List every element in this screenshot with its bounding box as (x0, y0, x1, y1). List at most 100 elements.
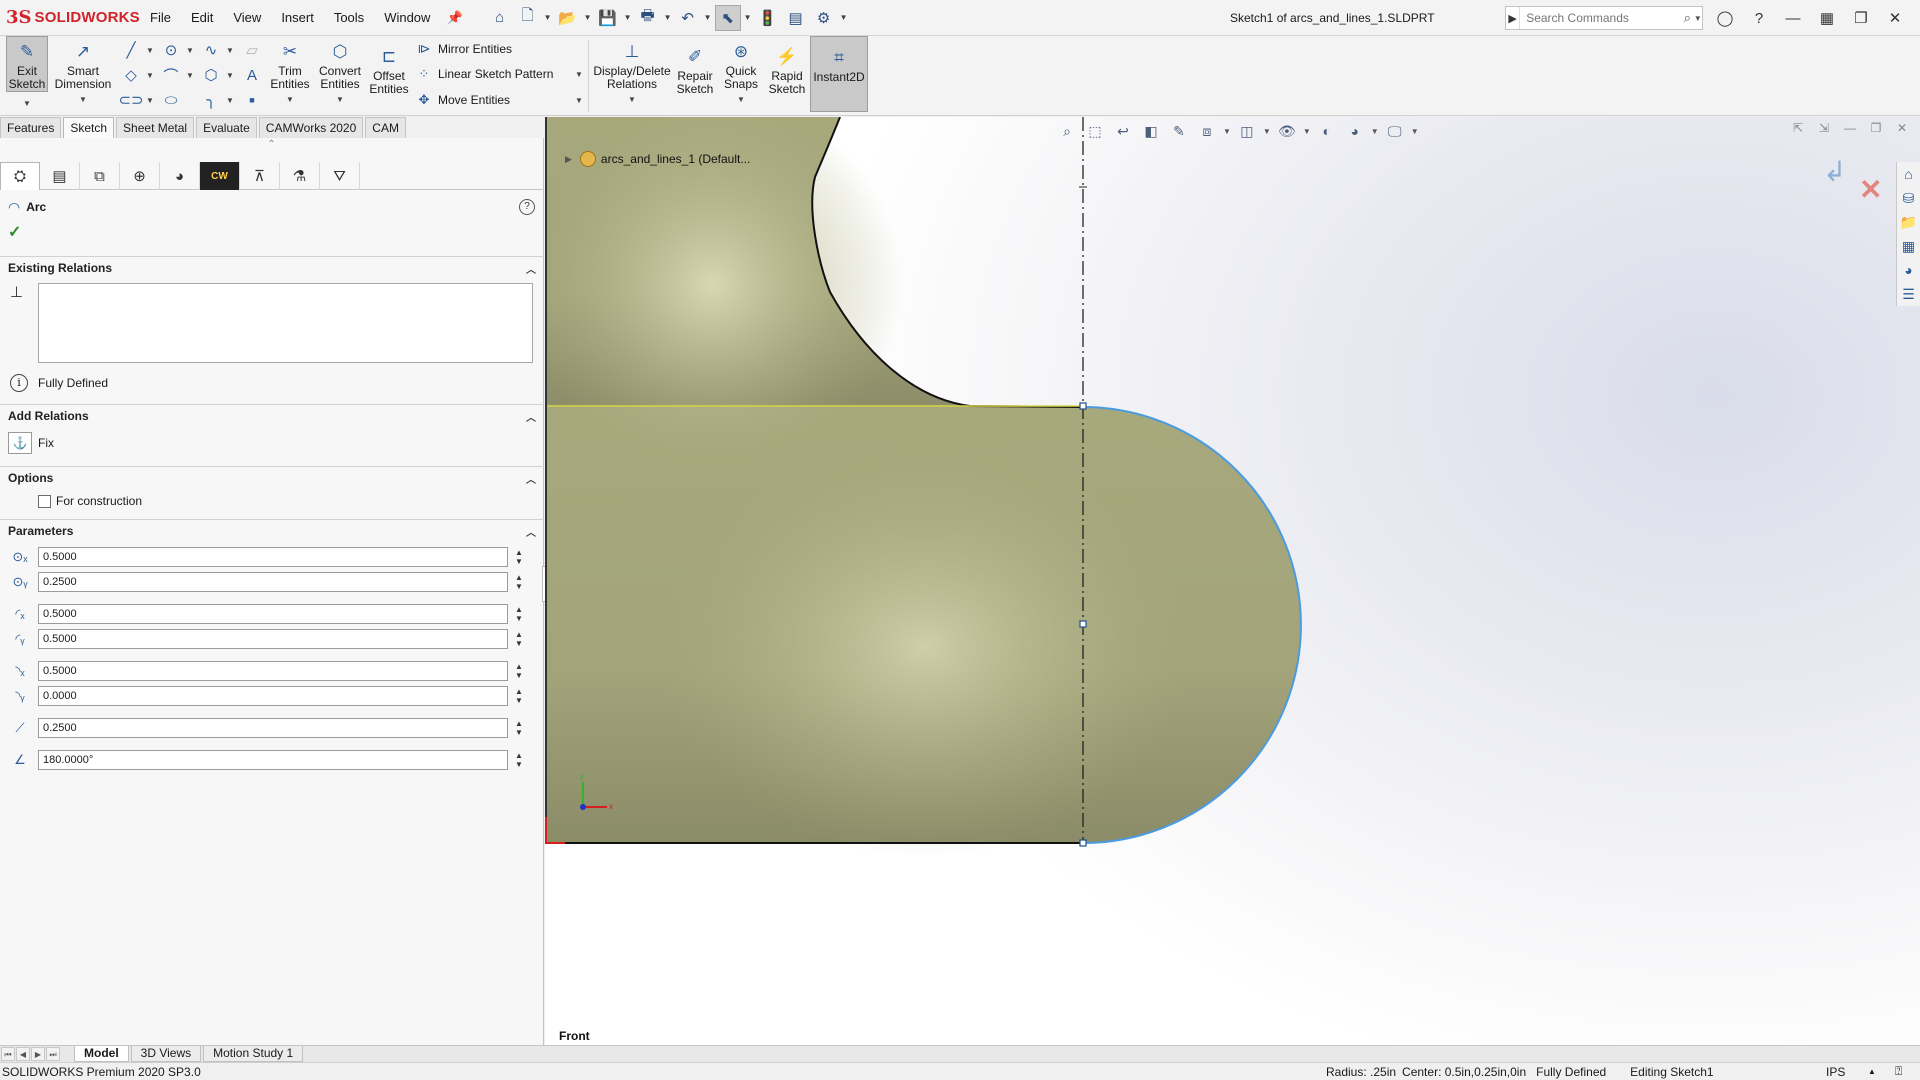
spinner-icon[interactable]: ▲ ▼ (512, 751, 526, 769)
menu-window[interactable]: Window (374, 0, 440, 36)
tab-features[interactable]: Features (0, 117, 62, 138)
pattern-dropdown-icon[interactable]: ▼ (575, 70, 583, 79)
line-icon[interactable]: ╱ (120, 39, 142, 61)
tab-model[interactable]: Model (74, 1046, 129, 1062)
tile-windows-icon[interactable]: ▦ (1810, 0, 1844, 36)
rectangle-icon[interactable]: ◇ (120, 64, 142, 86)
move-dropdown-icon[interactable]: ▼ (575, 96, 583, 105)
dynamic-annotation-icon[interactable]: ✎ (1167, 120, 1191, 142)
convert-dropdown-icon[interactable]: ▼ (336, 93, 344, 106)
spinner-icon[interactable]: ▲ ▼ (512, 719, 526, 737)
for-construction-checkbox[interactable]: For construction (38, 494, 142, 508)
center-x-field[interactable]: 0.5000 (38, 546, 508, 567)
options-gear-icon[interactable]: ⚙ (811, 5, 837, 31)
new-dropdown-icon[interactable]: ▼ (543, 13, 553, 22)
edit-appearance-icon[interactable]: ◐ (1315, 120, 1339, 142)
polygon-dropdown-icon[interactable]: ▼ (226, 71, 234, 80)
display-style-dropdown-icon[interactable]: ▼ (1263, 127, 1271, 136)
arc-end-point[interactable] (1079, 839, 1087, 847)
home-icon[interactable]: ⌂ (487, 5, 513, 31)
viewport-split-icon[interactable]: ⇲ (1816, 121, 1832, 135)
appearances-icon[interactable]: ◕ (1897, 258, 1920, 282)
zoom-to-fit-icon[interactable]: ⌕ (1055, 120, 1079, 142)
collapse-chevron-icon[interactable]: ︿ (526, 261, 536, 276)
confirm-exit-sketch-icon[interactable]: ↲ (1823, 155, 1846, 188)
point-icon[interactable]: ■ (241, 89, 263, 111)
camworks-operation-tree-icon[interactable]: ⊼ (240, 162, 280, 190)
camworks-nc-manager-icon[interactable]: ⛛ (320, 162, 360, 190)
save-dropdown-icon[interactable]: ▼ (623, 13, 633, 22)
spinner-icon[interactable]: ▲ ▼ (512, 605, 526, 623)
viewport-pin-icon[interactable]: ⇱ (1790, 121, 1806, 135)
sketch-canvas[interactable]: x y (545, 117, 1920, 1045)
options-dropdown-icon[interactable]: ▼ (839, 13, 849, 22)
display-delete-relations-button[interactable]: ⊥ Display/Delete Relations ▼ (592, 39, 672, 109)
last-tab-arrow-icon[interactable]: ⏭ (46, 1047, 60, 1061)
viewport-restore-icon[interactable]: ❐ (1868, 121, 1884, 135)
rebuild-traffic-light-icon[interactable]: 🚦 (755, 5, 781, 31)
hide-show-dropdown-icon[interactable]: ▼ (1303, 127, 1311, 136)
view-palette-icon[interactable]: ▦ (1897, 234, 1920, 258)
menu-file[interactable]: File (140, 0, 181, 36)
first-tab-arrow-icon[interactable]: ⏮ (1, 1047, 15, 1061)
menu-tools[interactable]: Tools (324, 0, 374, 36)
menu-view[interactable]: View (223, 0, 271, 36)
fillet-dropdown-icon[interactable]: ▼ (226, 96, 234, 105)
display-style-icon[interactable]: ◫ (1235, 120, 1259, 142)
solidworks-resources-icon[interactable]: ⌂ (1897, 162, 1920, 186)
collapse-chevron-icon[interactable]: ︿ (526, 524, 536, 539)
dimxpert-tab-icon[interactable]: ⊕ (120, 162, 160, 190)
existing-relations-list[interactable] (38, 283, 533, 363)
rapid-sketch-button[interactable]: ⚡ Rapid Sketch (765, 44, 809, 110)
view-orientation-icon[interactable]: ⧈ (1195, 120, 1219, 142)
undo-dropdown-icon[interactable]: ▼ (703, 13, 713, 22)
quick-snaps-button[interactable]: ⊛ Quick Snaps ▼ (720, 39, 762, 109)
spinner-icon[interactable]: ▲ ▼ (512, 573, 526, 591)
linear-sketch-pattern-button[interactable]: ⁘ Linear Sketch Pattern (414, 63, 554, 85)
add-relations-header[interactable]: Add Relations ︿ (0, 405, 544, 427)
search-icon[interactable]: ⌕ (1681, 10, 1693, 26)
parameters-header[interactable]: Parameters ︿ (0, 520, 544, 542)
configuration-manager-tab-icon[interactable]: ⧉ (80, 162, 120, 190)
select-dropdown-icon[interactable]: ▼ (743, 13, 753, 22)
restore-icon[interactable]: ❐ (1844, 0, 1878, 36)
convert-entities-button[interactable]: ⬡ Convert Entities ▼ (315, 39, 365, 109)
spinner-icon[interactable]: ▲ ▼ (512, 630, 526, 648)
plane-icon[interactable]: ▱ (241, 39, 263, 61)
checkbox-box[interactable] (38, 494, 51, 508)
start-y-field[interactable]: 0.5000 (38, 628, 508, 649)
tab-evaluate[interactable]: Evaluate (196, 117, 257, 138)
fillet-icon[interactable]: ╮ (200, 89, 222, 111)
units-up-arrow-icon[interactable]: ▲ (1868, 1067, 1876, 1076)
minimize-icon[interactable]: — (1776, 0, 1810, 36)
close-icon[interactable]: ✕ (1878, 0, 1912, 36)
status-help-icon[interactable]: ⍰ (1895, 1064, 1902, 1079)
spinner-icon[interactable]: ▲ ▼ (512, 687, 526, 705)
relations-dropdown-icon[interactable]: ▼ (628, 93, 636, 106)
undo-icon[interactable]: ↶ (675, 5, 701, 31)
pin-icon[interactable]: 📌 (440, 10, 468, 26)
end-y-field[interactable]: 0.0000 (38, 685, 508, 706)
trim-entities-button[interactable]: ✂ Trim Entities ▼ (268, 39, 312, 109)
feature-manager-tab-icon[interactable]: ⛭ (0, 162, 40, 190)
custom-properties-icon[interactable]: ☰ (1897, 282, 1920, 306)
feature-tree-root[interactable]: ▶ arcs_and_lines_1 (Default... (565, 151, 750, 167)
arc-icon[interactable]: ⌒ (160, 64, 182, 86)
print-dropdown-icon[interactable]: ▼ (663, 13, 673, 22)
options-header[interactable]: Options ︿ (0, 467, 544, 489)
start-x-field[interactable]: 0.5000 (38, 603, 508, 624)
file-properties-icon[interactable]: ▤ (783, 5, 809, 31)
design-library-icon[interactable]: ⛁ (1897, 186, 1920, 210)
next-tab-arrow-icon[interactable]: ▶ (31, 1047, 45, 1061)
open-folder-icon[interactable]: 📂 (555, 5, 581, 31)
previous-view-icon[interactable]: ↩ (1111, 120, 1135, 142)
smart-dimension-dropdown-icon[interactable]: ▼ (79, 93, 87, 106)
fix-relation-button[interactable]: ⚓ Fix (8, 432, 54, 454)
search-dropdown-icon[interactable]: ▼ (1694, 14, 1702, 23)
file-explorer-icon[interactable]: 📁 (1897, 210, 1920, 234)
trim-dropdown-icon[interactable]: ▼ (286, 93, 294, 106)
viewport-close-icon[interactable]: ✕ (1894, 121, 1910, 135)
graphics-area[interactable]: x y ▶ arcs_and_lines_1 (Default... ⌕ ⬚ ↩… (545, 117, 1920, 1045)
circle-dropdown-icon[interactable]: ▼ (186, 46, 194, 55)
move-entities-button[interactable]: ✥ Move Entities (414, 89, 510, 111)
